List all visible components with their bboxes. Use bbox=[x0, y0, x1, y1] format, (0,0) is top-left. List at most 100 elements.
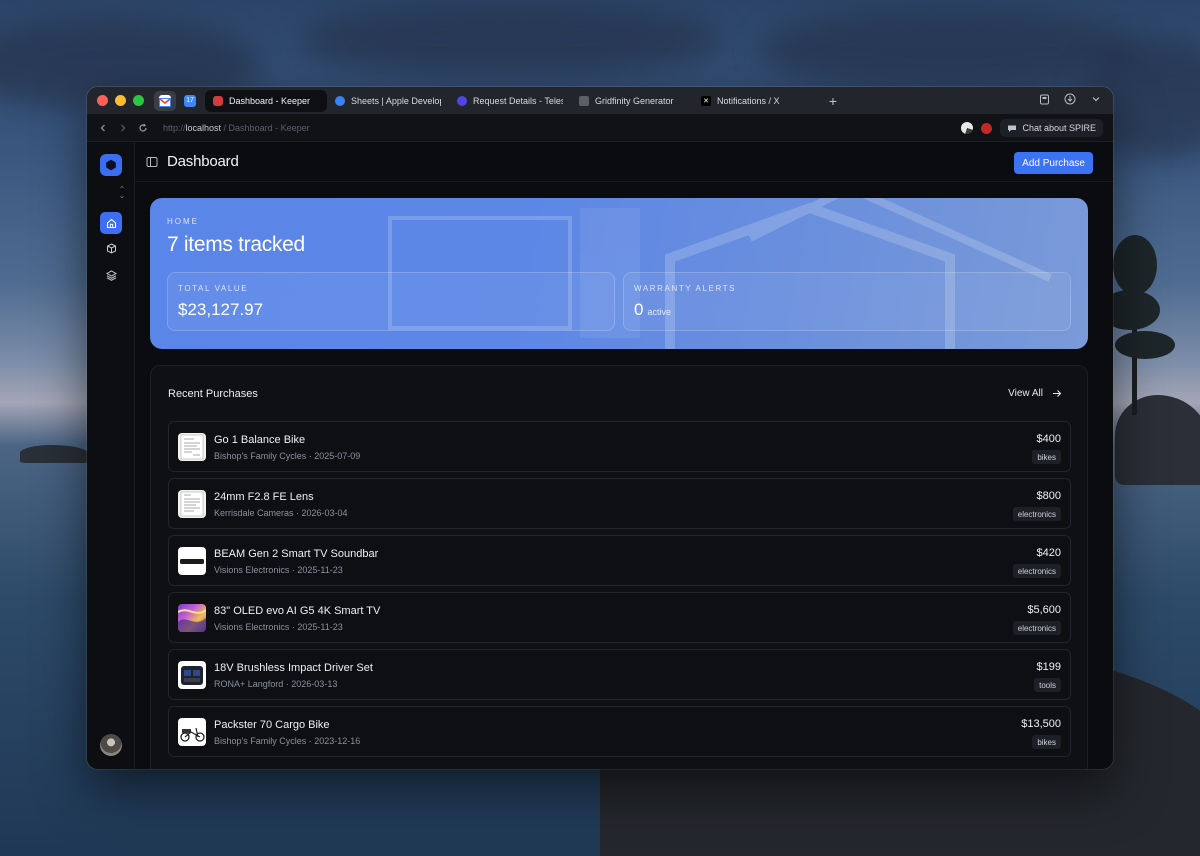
item-price: $400 bbox=[1036, 433, 1061, 445]
gridfinity-icon bbox=[579, 95, 589, 106]
tab-bar: 17 Dashboard - Keeper Sheets | Apple Dev… bbox=[87, 87, 1113, 114]
address-bar-actions: Chat about SPIRE bbox=[961, 119, 1103, 137]
keeper-logo-icon bbox=[213, 95, 223, 106]
item-price: $800 bbox=[1036, 490, 1061, 502]
list-item[interactable]: Packster 70 Cargo Bike Bishop's Family C… bbox=[168, 706, 1071, 757]
warranty-alerts-value: 0 active bbox=[634, 300, 671, 320]
arrow-right-icon bbox=[1053, 390, 1062, 397]
tab-dashboard-keeper[interactable]: Dashboard - Keeper bbox=[205, 89, 327, 112]
layers-icon bbox=[105, 269, 117, 281]
list-item[interactable]: 83" OLED evo AI G5 4K Smart TV Visions E… bbox=[168, 592, 1071, 643]
item-name: 24mm F2.8 FE Lens bbox=[214, 491, 314, 503]
tab-label: Request Details - Teles bbox=[473, 95, 563, 106]
sidebar-toggle-icon[interactable] bbox=[1037, 92, 1051, 106]
panel-toggle-icon[interactable] bbox=[146, 156, 158, 168]
list-item[interactable]: Go 1 Balance Bike Bishop's Family Cycles… bbox=[168, 421, 1071, 472]
item-meta: Visions Electronics · 2025-11-23 bbox=[214, 565, 343, 575]
url-path: / Dashboard - Keeper bbox=[221, 122, 310, 133]
telescope-icon bbox=[457, 95, 467, 106]
category-badge: tools bbox=[1034, 678, 1061, 692]
reload-icon[interactable] bbox=[135, 120, 151, 136]
sidebar-item-items[interactable] bbox=[100, 237, 122, 259]
item-meta: Bishop's Family Cycles · 2025-07-09 bbox=[214, 451, 361, 461]
url-scheme: http:// bbox=[163, 122, 186, 133]
sidebar: ⌃ ⌄ bbox=[87, 142, 135, 769]
category-badge: bikes bbox=[1032, 450, 1061, 464]
view-all-label: View All bbox=[1008, 388, 1043, 399]
cargo-bike-thumbnail bbox=[178, 718, 206, 746]
user-avatar[interactable] bbox=[100, 734, 122, 756]
tab-notifications-x[interactable]: ✕ Notifications / X bbox=[693, 90, 815, 112]
adblock-icon[interactable] bbox=[981, 122, 993, 134]
list-item[interactable]: BEAM Gen 2 Smart TV Soundbar Visions Ele… bbox=[168, 535, 1071, 586]
window-controls bbox=[97, 95, 144, 106]
tv-thumbnail bbox=[178, 604, 206, 632]
stat-suffix: active bbox=[647, 307, 671, 317]
view-all-link[interactable]: View All bbox=[1008, 388, 1062, 399]
item-meta: Visions Electronics · 2025-11-23 bbox=[214, 622, 343, 632]
extension-icon[interactable] bbox=[961, 122, 974, 134]
sidebar-item-collections[interactable] bbox=[100, 264, 122, 286]
close-window-button[interactable] bbox=[97, 95, 108, 106]
minimize-window-button[interactable] bbox=[115, 95, 126, 106]
workspace-switcher-icon[interactable]: ⌃ ⌄ bbox=[117, 186, 127, 200]
keeper-logo-icon[interactable] bbox=[100, 154, 122, 176]
warranty-alerts-card: WARRANTY ALERTS 0 active bbox=[623, 272, 1071, 331]
address-bar: http://localhost / Dashboard - Keeper Ch… bbox=[87, 114, 1113, 142]
tab-sheets-apple-developer[interactable]: Sheets | Apple Develop bbox=[327, 90, 449, 112]
item-price: $420 bbox=[1036, 547, 1061, 559]
sidebar-item-home[interactable] bbox=[100, 212, 122, 234]
items-tracked-title: 7 items tracked bbox=[167, 233, 305, 256]
url-field[interactable]: http://localhost / Dashboard - Keeper bbox=[163, 123, 310, 133]
box-icon bbox=[106, 242, 116, 254]
main-content: Dashboard Add Purchase HOME 7 items trac… bbox=[135, 142, 1113, 769]
item-name: 18V Brushless Impact Driver Set bbox=[214, 662, 373, 674]
hero-eyebrow: HOME bbox=[167, 217, 199, 226]
tab-label: Dashboard - Keeper bbox=[229, 95, 311, 106]
tab-gridfinity-generator[interactable]: Gridfinity Generator bbox=[571, 90, 693, 112]
category-badge: electronics bbox=[1012, 564, 1061, 578]
back-icon[interactable] bbox=[95, 120, 111, 136]
category-badge: electronics bbox=[1012, 621, 1061, 635]
recent-purchases-panel: Recent Purchases View All Go 1 Balance B… bbox=[150, 365, 1088, 769]
total-value: $23,127.97 bbox=[178, 300, 263, 320]
maximize-window-button[interactable] bbox=[133, 95, 144, 106]
item-price: $13,500 bbox=[1021, 718, 1061, 730]
gmail-icon bbox=[159, 94, 171, 107]
receipt-thumbnail bbox=[178, 433, 206, 461]
item-name: 83" OLED evo AI G5 4K Smart TV bbox=[214, 605, 381, 617]
stat-label: WARRANTY ALERTS bbox=[634, 284, 737, 293]
stat-value-text: $23,127.97 bbox=[178, 300, 264, 319]
purchase-list: Go 1 Balance Bike Bishop's Family Cycles… bbox=[168, 421, 1071, 763]
forward-icon[interactable] bbox=[115, 120, 131, 136]
list-item[interactable]: 18V Brushless Impact Driver Set RONA+ La… bbox=[168, 649, 1071, 700]
category-badge: electronics bbox=[1012, 507, 1061, 521]
item-meta: Bishop's Family Cycles · 2023-12-16 bbox=[214, 736, 361, 746]
page-header: Dashboard Add Purchase bbox=[135, 142, 1113, 182]
tabbar-controls bbox=[1037, 92, 1103, 106]
pinned-tab-calendar[interactable]: 17 bbox=[179, 91, 201, 111]
chat-bubble-icon bbox=[1008, 125, 1017, 132]
pinned-tab-gmail[interactable] bbox=[154, 90, 176, 111]
chevron-down-icon[interactable] bbox=[1089, 92, 1103, 106]
item-name: BEAM Gen 2 Smart TV Soundbar bbox=[214, 548, 379, 560]
pinned-tabs: 17 bbox=[154, 90, 201, 111]
downloads-icon[interactable] bbox=[1063, 92, 1077, 106]
tab-label: Notifications / X bbox=[717, 95, 780, 106]
new-tab-icon[interactable]: + bbox=[825, 93, 841, 109]
tool-case-thumbnail bbox=[178, 661, 206, 689]
chat-button-label: Chat about SPIRE bbox=[1022, 123, 1096, 133]
item-meta: Kerrisdale Cameras · 2026-03-04 bbox=[214, 508, 348, 518]
item-price: $199 bbox=[1036, 661, 1061, 673]
list-item[interactable]: 24mm F2.8 FE Lens Kerrisdale Cameras · 2… bbox=[168, 478, 1071, 529]
chat-about-page-button[interactable]: Chat about SPIRE bbox=[1000, 119, 1103, 137]
recent-purchases-title: Recent Purchases bbox=[168, 388, 258, 400]
stat-value-text: 0 bbox=[634, 300, 644, 319]
tab-request-details[interactable]: Request Details - Teles bbox=[449, 90, 571, 112]
x-logo-icon: ✕ bbox=[701, 95, 711, 106]
page-title: Dashboard bbox=[167, 153, 239, 170]
stat-label: TOTAL VALUE bbox=[178, 284, 249, 293]
item-price: $5,600 bbox=[1027, 604, 1061, 616]
add-purchase-button[interactable]: Add Purchase bbox=[1014, 152, 1093, 174]
keeper-app: ⌃ ⌄ Dashboard Add Purchase HOME 7 items … bbox=[87, 142, 1113, 769]
